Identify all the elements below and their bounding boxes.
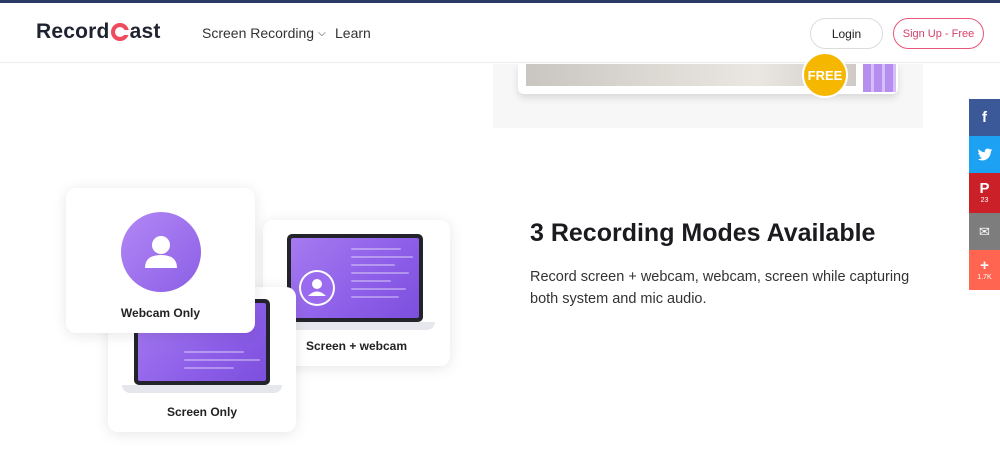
share-more-icon: + [980,257,989,274]
share-twitter-button[interactable] [969,136,1000,173]
recordcast-logo[interactable]: Record ast [36,20,161,44]
nav-learn[interactable]: Learn [335,25,371,41]
webcam-overlay [299,270,335,306]
mode-label-screen-only: Screen Only [166,405,238,419]
pinterest-icon: P [979,180,990,197]
code-line [184,359,260,361]
site-header: Record ast Screen Recording ⌵ Learn Logi… [0,3,1000,63]
signup-button[interactable]: Sign Up - Free [893,18,984,49]
pinterest-share-count: 23 [980,197,989,204]
code-line [351,264,395,266]
share-more-button[interactable]: + 1.7K [969,250,1000,290]
email-icon: ✉ [979,223,990,239]
code-line [351,272,409,274]
social-share-bar: f P 23 ✉ + 1.7K [969,99,1000,290]
share-facebook-button[interactable]: f [969,99,1000,136]
user-icon [145,236,177,268]
code-line [351,248,401,250]
logo-text-suffix: ast [129,20,161,43]
logo-c-icon [110,23,130,41]
mode-label-webcam-only: Webcam Only [120,306,201,320]
twitter-icon [977,148,992,160]
laptop-base [275,322,435,330]
webcam-avatar [121,212,201,292]
code-line [351,288,406,290]
nav-learn-label: Learn [335,25,371,41]
mode-card-webcam-only: Webcam Only [66,188,255,333]
laptop-base [122,385,282,393]
share-email-button[interactable]: ✉ [969,213,1000,250]
facebook-icon: f [982,108,987,126]
total-share-count: 1.7K [977,274,992,281]
logo-text-prefix: Record [36,20,110,43]
code-line [351,296,399,298]
nav-screen-recording-label: Screen Recording [202,25,315,41]
code-line [184,351,244,353]
code-line [351,280,391,282]
chevron-down-icon: ⌵ [318,27,326,39]
share-pinterest-button[interactable]: P 23 [969,173,1000,213]
code-line [351,256,413,258]
feature-description: Record screen + webcam, webcam, screen w… [530,269,910,307]
nav-screen-recording[interactable]: Screen Recording ⌵ [202,25,326,41]
feature-heading: 3 Recording Modes Available [530,219,876,247]
free-badge: FREE [802,52,848,98]
code-line [184,367,234,369]
promo-decoration [863,64,896,92]
user-icon [301,272,333,304]
login-button[interactable]: Login [810,18,883,49]
